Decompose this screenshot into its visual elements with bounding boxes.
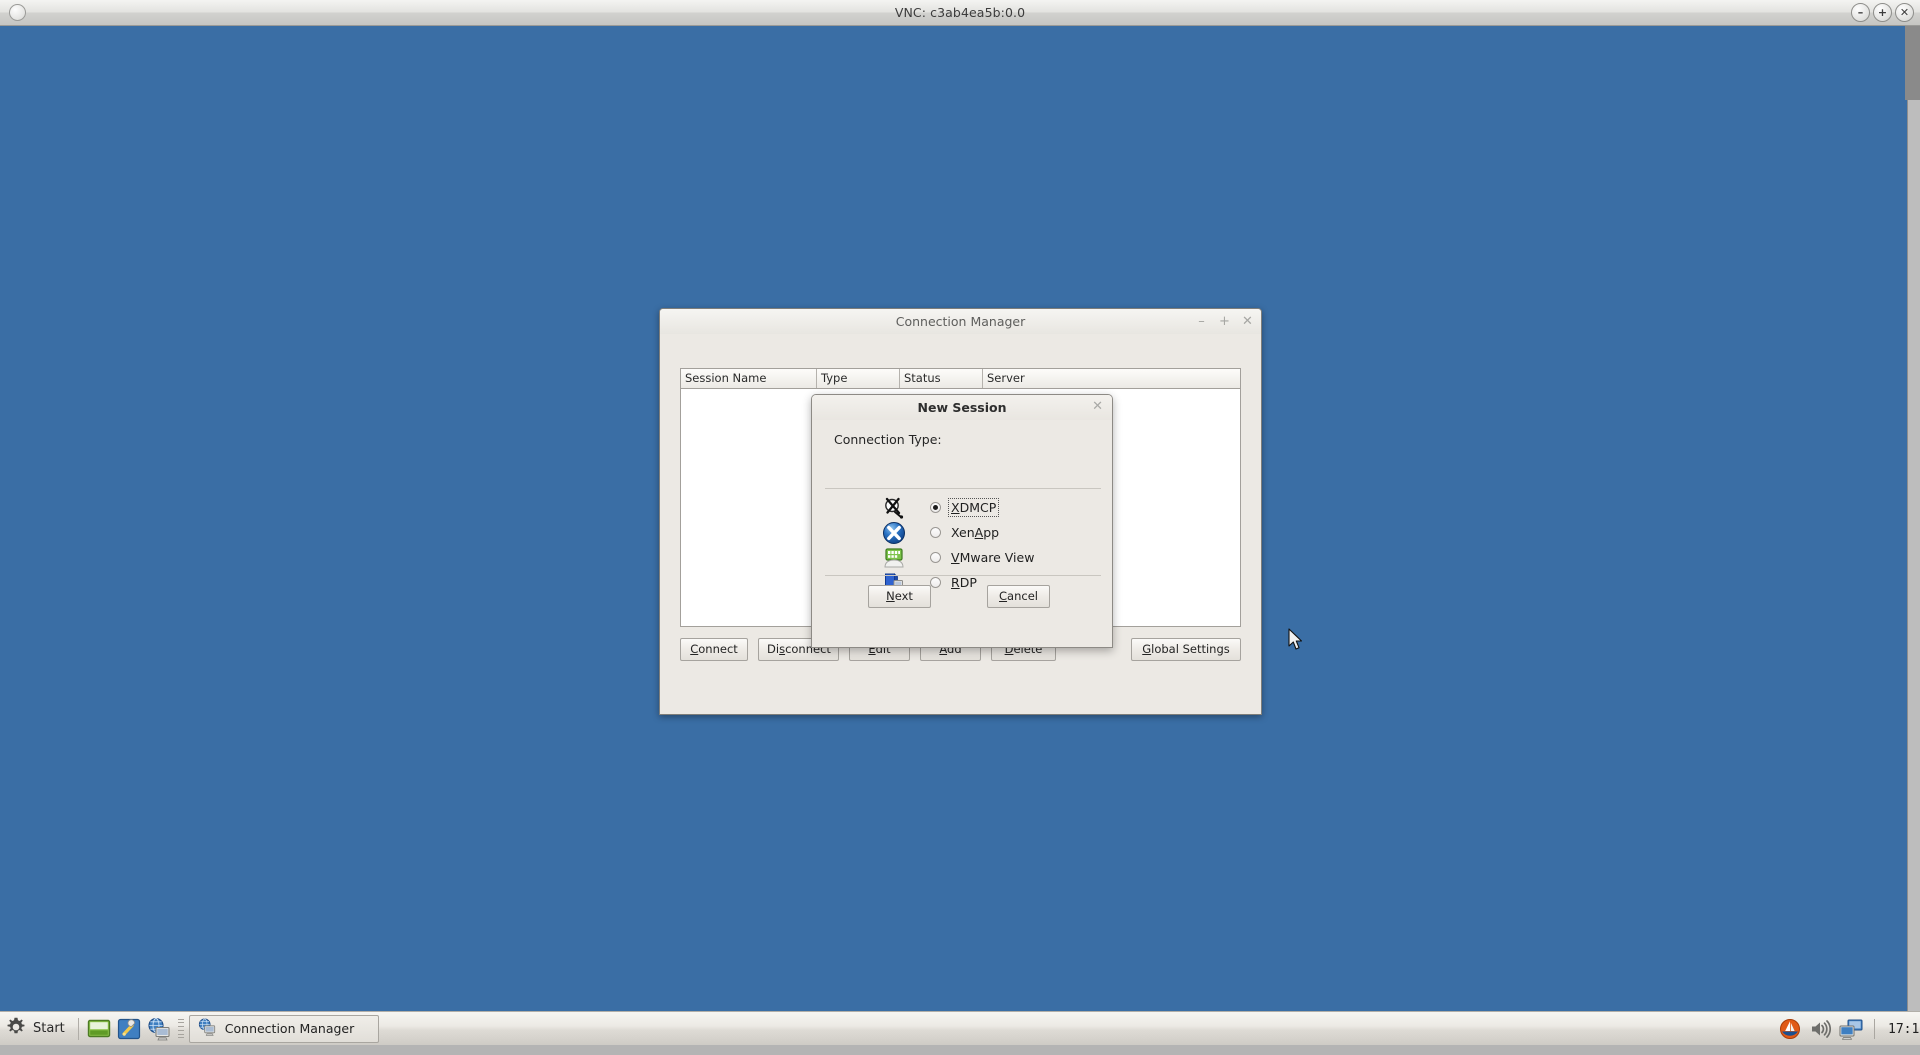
connection-manager-titlebar[interactable]: Connection Manager – + ✕ <box>660 309 1261 334</box>
vnc-window-titlebar: VNC: c3ab4ea5b:0.0 – + ✕ <box>0 0 1920 26</box>
taskbar-task-label: Connection Manager <box>224 1021 355 1036</box>
connection-type-option-xenapp[interactable]: XenApp <box>812 520 1114 545</box>
remote-desktop-icon <box>197 1017 217 1041</box>
connection-type-option-xdmcp[interactable]: XDMCP <box>812 495 1114 520</box>
connection-type-label-xdmcp[interactable]: XDMCP <box>947 498 1000 517</box>
vnc-menu-circle-icon[interactable] <box>9 4 26 21</box>
radio-xenapp[interactable] <box>930 527 941 538</box>
vertical-scrollbar[interactable] <box>1905 26 1920 1021</box>
system-tray: 17:1 <box>1779 1012 1920 1046</box>
vmware-icon <box>882 546 906 570</box>
network-icon[interactable] <box>1839 1018 1863 1040</box>
separator-top <box>825 488 1101 489</box>
radio-vmware-view[interactable] <box>930 552 941 563</box>
column-header-status[interactable]: Status <box>900 369 983 388</box>
clock[interactable]: 17:1 <box>1888 1022 1920 1037</box>
close-icon[interactable]: ✕ <box>1242 315 1253 328</box>
close-icon[interactable]: ✕ <box>1092 400 1103 413</box>
column-header-type[interactable]: Type <box>817 369 900 388</box>
start-button[interactable]: Start <box>0 1014 73 1044</box>
tray-divider <box>1874 1019 1875 1039</box>
connect-button[interactable]: Connect <box>680 638 748 661</box>
new-session-dialog: New Session ✕ Connection Type: XDMCP Xen… <box>811 394 1113 648</box>
connection-type-label-vmware-view[interactable]: VMware View <box>949 549 1036 566</box>
session-list-header: Session Name Type Status Server <box>681 369 1240 389</box>
scrollbar-thumb[interactable] <box>1905 26 1920 100</box>
updates-icon[interactable] <box>1779 1018 1801 1040</box>
cancel-button[interactable]: Cancel <box>987 585 1050 608</box>
taskbar-divider <box>77 1017 79 1040</box>
column-header-server[interactable]: Server <box>983 369 1240 388</box>
new-session-title: New Session <box>917 400 1007 415</box>
vnc-window-controls: – + ✕ <box>1851 3 1914 22</box>
global-settings-button[interactable]: Global Settings <box>1131 638 1241 661</box>
new-session-button-bar: Next Cancel <box>812 585 1114 610</box>
taskbar-drag-handle[interactable] <box>177 1018 184 1039</box>
remote-desktop-icon[interactable] <box>146 1016 172 1042</box>
separator-bottom <box>825 575 1101 576</box>
scrollbar-track[interactable] <box>1907 100 1920 1021</box>
maximize-icon[interactable]: + <box>1219 315 1230 328</box>
terminal-icon[interactable] <box>86 1016 112 1042</box>
maximize-icon[interactable]: + <box>1873 3 1892 22</box>
new-session-titlebar[interactable]: New Session ✕ <box>812 395 1112 420</box>
column-header-session-name[interactable]: Session Name <box>681 369 817 388</box>
x-window-icon <box>882 496 906 520</box>
connection-type-radio-group: XDMCP XenApp VMware View RDP <box>812 495 1114 595</box>
close-icon[interactable]: ✕ <box>1895 3 1914 22</box>
connection-manager-window-controls: – + ✕ <box>1196 309 1253 334</box>
connection-manager-title: Connection Manager <box>895 314 1026 329</box>
connection-type-label-xenapp[interactable]: XenApp <box>949 524 1001 541</box>
minimize-icon[interactable]: – <box>1851 3 1870 22</box>
volume-icon[interactable] <box>1809 1018 1831 1040</box>
taskbar: Start Connection Manager 17:1 <box>0 1011 1920 1045</box>
minimize-icon[interactable]: – <box>1196 315 1207 328</box>
xenapp-icon <box>882 521 906 545</box>
gear-icon <box>6 1017 26 1041</box>
connection-type-option-vmware-view[interactable]: VMware View <box>812 545 1114 570</box>
start-label: Start <box>33 1021 65 1036</box>
vnc-viewer-window: VNC: c3ab4ea5b:0.0 – + ✕ Connection Mana… <box>0 0 1920 1055</box>
settings-tool-icon[interactable] <box>116 1016 142 1042</box>
taskbar-task-connection-manager[interactable]: Connection Manager <box>188 1014 379 1043</box>
connection-type-label: Connection Type: <box>834 432 942 447</box>
vnc-window-title: VNC: c3ab4ea5b:0.0 <box>894 5 1026 20</box>
next-button[interactable]: Next <box>868 585 931 608</box>
taskbar-bottom-strip <box>0 1045 1920 1055</box>
radio-xdmcp[interactable] <box>930 502 941 513</box>
